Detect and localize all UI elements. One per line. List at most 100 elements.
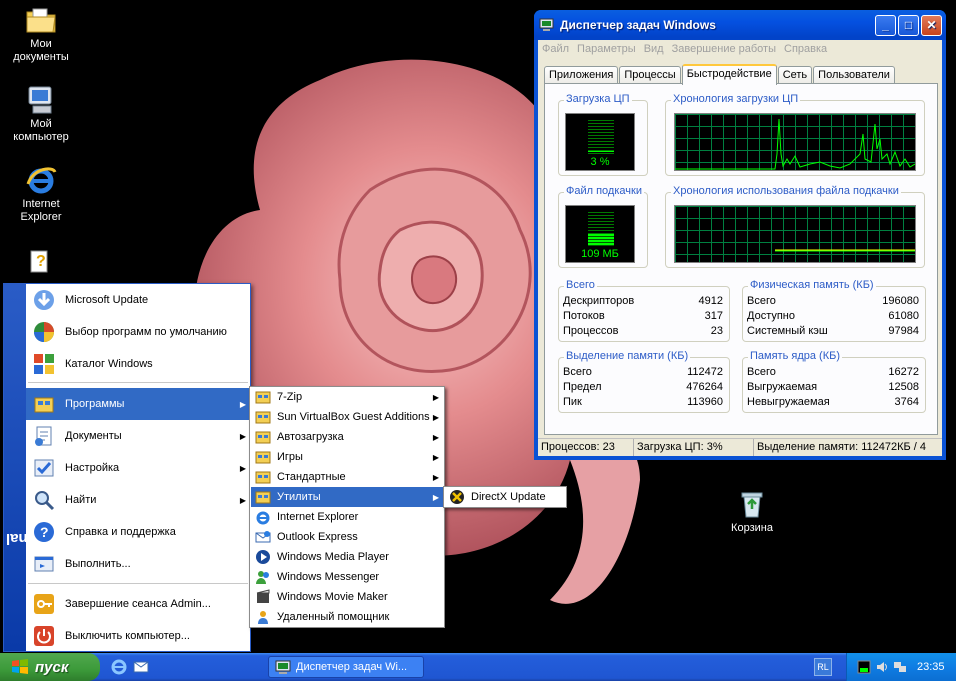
close-button[interactable]: ✕ xyxy=(921,15,942,36)
search-icon xyxy=(35,491,55,511)
outlook-express-icon xyxy=(255,531,271,543)
outlook-express-icon[interactable] xyxy=(132,657,150,675)
tab-processes[interactable]: Процессы xyxy=(619,66,681,84)
status-processes: Процессов: 23 xyxy=(538,439,634,456)
tab-performance[interactable]: Быстродействие xyxy=(681,64,777,85)
desktop-icon-my-documents[interactable]: Мои документы xyxy=(3,4,79,64)
start-item-label: Найти xyxy=(65,494,97,506)
documents-icon xyxy=(35,426,52,446)
messenger-icon xyxy=(256,571,269,584)
program-label: Internet Explorer xyxy=(277,511,359,523)
stat-row: Выгружаемая 12508 xyxy=(747,381,919,393)
program-group-icon xyxy=(255,451,271,464)
programs-icon xyxy=(34,397,54,413)
clock[interactable]: 23:35 xyxy=(917,661,945,673)
stat-label: Системный кэш xyxy=(747,325,828,337)
internet-explorer-icon xyxy=(26,167,57,194)
start-item-windows-catalog[interactable]: Каталог Windows xyxy=(26,348,250,380)
start-item-label: Выбор программ по умолчанию xyxy=(65,326,227,338)
task-manager-tray-icon[interactable] xyxy=(857,660,871,674)
start-item-run[interactable]: Выполнить... xyxy=(26,548,250,580)
menu-options[interactable]: Параметры xyxy=(577,43,636,55)
start-item-settings[interactable]: Настройка ▶ xyxy=(26,452,250,484)
cpu-meter-fill xyxy=(588,151,614,152)
group-title: Загрузка ЦП xyxy=(564,93,632,105)
program-label: DirectX Update xyxy=(471,491,546,503)
menu-file[interactable]: Файл xyxy=(542,43,569,55)
language-indicator[interactable]: RL xyxy=(814,658,832,676)
program-directx-update[interactable]: DirectX Update xyxy=(445,487,565,507)
taskbar-button-task-manager[interactable]: Диспетчер задач Wi... xyxy=(268,656,424,678)
desktop-icon-internet-explorer[interactable]: Internet Explorer xyxy=(3,164,79,224)
start-item-default-programs[interactable]: Выбор программ по умолчанию xyxy=(26,316,250,348)
program-movie-maker[interactable]: Windows Movie Maker xyxy=(251,587,443,607)
program-group-startup[interactable]: Автозагрузка ▶ xyxy=(251,427,443,447)
program-group-games[interactable]: Игры ▶ xyxy=(251,447,443,467)
menu-help[interactable]: Справка xyxy=(784,43,827,55)
stat-label: Предел xyxy=(563,381,602,393)
program-label: Outlook Express xyxy=(277,531,358,543)
start-item-shutdown[interactable]: Выключить компьютер... xyxy=(26,620,250,652)
network-icon[interactable] xyxy=(893,660,907,674)
stat-value: 23 xyxy=(710,325,723,337)
stat-label: Всего xyxy=(747,366,776,378)
start-button[interactable]: пуск xyxy=(0,653,100,681)
start-item-programs[interactable]: Программы ▶ xyxy=(26,388,250,420)
program-internet-explorer[interactable]: Internet Explorer xyxy=(251,507,443,527)
start-item-log-off[interactable]: Завершение сеанса Admin... xyxy=(26,588,250,620)
program-media-player[interactable]: Windows Media Player xyxy=(251,547,443,567)
my-documents-icon xyxy=(26,8,56,33)
start-item-search[interactable]: Найти ▶ xyxy=(26,484,250,516)
start-item-label: Справка и поддержка xyxy=(65,526,176,538)
separator xyxy=(28,382,248,383)
tab-applications[interactable]: Приложения xyxy=(544,66,619,84)
desktop-icon-label: Мои документы xyxy=(13,38,69,63)
program-group-utilities[interactable]: Утилиты ▶ xyxy=(251,487,443,507)
program-label: 7-Zip xyxy=(277,391,303,403)
program-messenger[interactable]: Windows Messenger xyxy=(251,567,443,587)
menu-shutdown[interactable]: Завершение работы xyxy=(672,43,776,55)
movie-maker-icon xyxy=(256,589,270,603)
stat-label: Невыгружаемая xyxy=(747,396,830,408)
program-group-accessories[interactable]: Стандартные ▶ xyxy=(251,467,443,487)
maximize-button[interactable]: □ xyxy=(898,15,919,36)
program-group-virtualbox[interactable]: Sun VirtualBox Guest Additions ▶ xyxy=(251,407,443,427)
submenu-arrow-icon: ▶ xyxy=(239,431,246,441)
stat-row: Всего 196080 xyxy=(747,295,919,307)
recycle-bin-icon xyxy=(741,492,763,518)
stat-row: Невыгружаемая 3764 xyxy=(747,396,919,408)
group-title: Память ядра (КБ) xyxy=(748,350,842,362)
stat-value: 16272 xyxy=(888,366,919,378)
start-item-documents[interactable]: Документы ▶ xyxy=(26,420,250,452)
start-item-label: Каталог Windows xyxy=(65,358,153,370)
minimize-button[interactable]: _ xyxy=(875,15,896,36)
programs-submenu: 7-Zip ▶ Sun VirtualBox Guest Additions ▶ А… xyxy=(249,386,445,628)
program-group-7zip[interactable]: 7-Zip ▶ xyxy=(251,387,443,407)
volume-icon[interactable] xyxy=(875,660,889,674)
program-outlook-express[interactable]: Outlook Express xyxy=(251,527,443,547)
stat-row: Всего 112472 xyxy=(563,366,723,378)
group-title: Всего xyxy=(564,279,597,291)
pagefile-history-line xyxy=(775,249,915,252)
desktop-icon-recycle-bin[interactable]: Корзина xyxy=(714,488,790,535)
menu-view[interactable]: Вид xyxy=(644,43,664,55)
tab-networking[interactable]: Сеть xyxy=(777,66,813,84)
program-remote-assistance[interactable]: Удаленный помощник xyxy=(251,607,443,627)
physical-memory-group: Физическая память (КБ) Всего 196080 Досту… xyxy=(742,279,926,342)
submenu-arrow-icon: ▶ xyxy=(239,495,246,505)
desktop-icon-my-computer[interactable]: Мой компьютер xyxy=(3,84,79,144)
menu-bar: Файл Параметры Вид Завершение работы Спр… xyxy=(538,40,942,58)
submenu-arrow-icon: ▶ xyxy=(432,492,439,502)
task-manager-icon xyxy=(539,18,554,31)
status-commit: Выделение памяти: 112472КБ / 4 xyxy=(757,441,927,453)
cpu-meter-bars xyxy=(588,120,614,154)
shutdown-icon xyxy=(34,626,54,646)
stat-label: Всего xyxy=(747,295,776,307)
start-item-help[interactable]: ? Справка и поддержка xyxy=(26,516,250,548)
internet-explorer-icon[interactable] xyxy=(110,657,128,675)
title-bar[interactable]: Диспетчер задач Windows _ □ ✕ xyxy=(534,10,946,40)
cpu-meter: 3 % xyxy=(565,113,635,171)
tab-users[interactable]: Пользователи xyxy=(813,66,895,84)
internet-explorer-icon xyxy=(256,511,270,525)
start-item-microsoft-update[interactable]: Microsoft Update xyxy=(26,284,250,316)
